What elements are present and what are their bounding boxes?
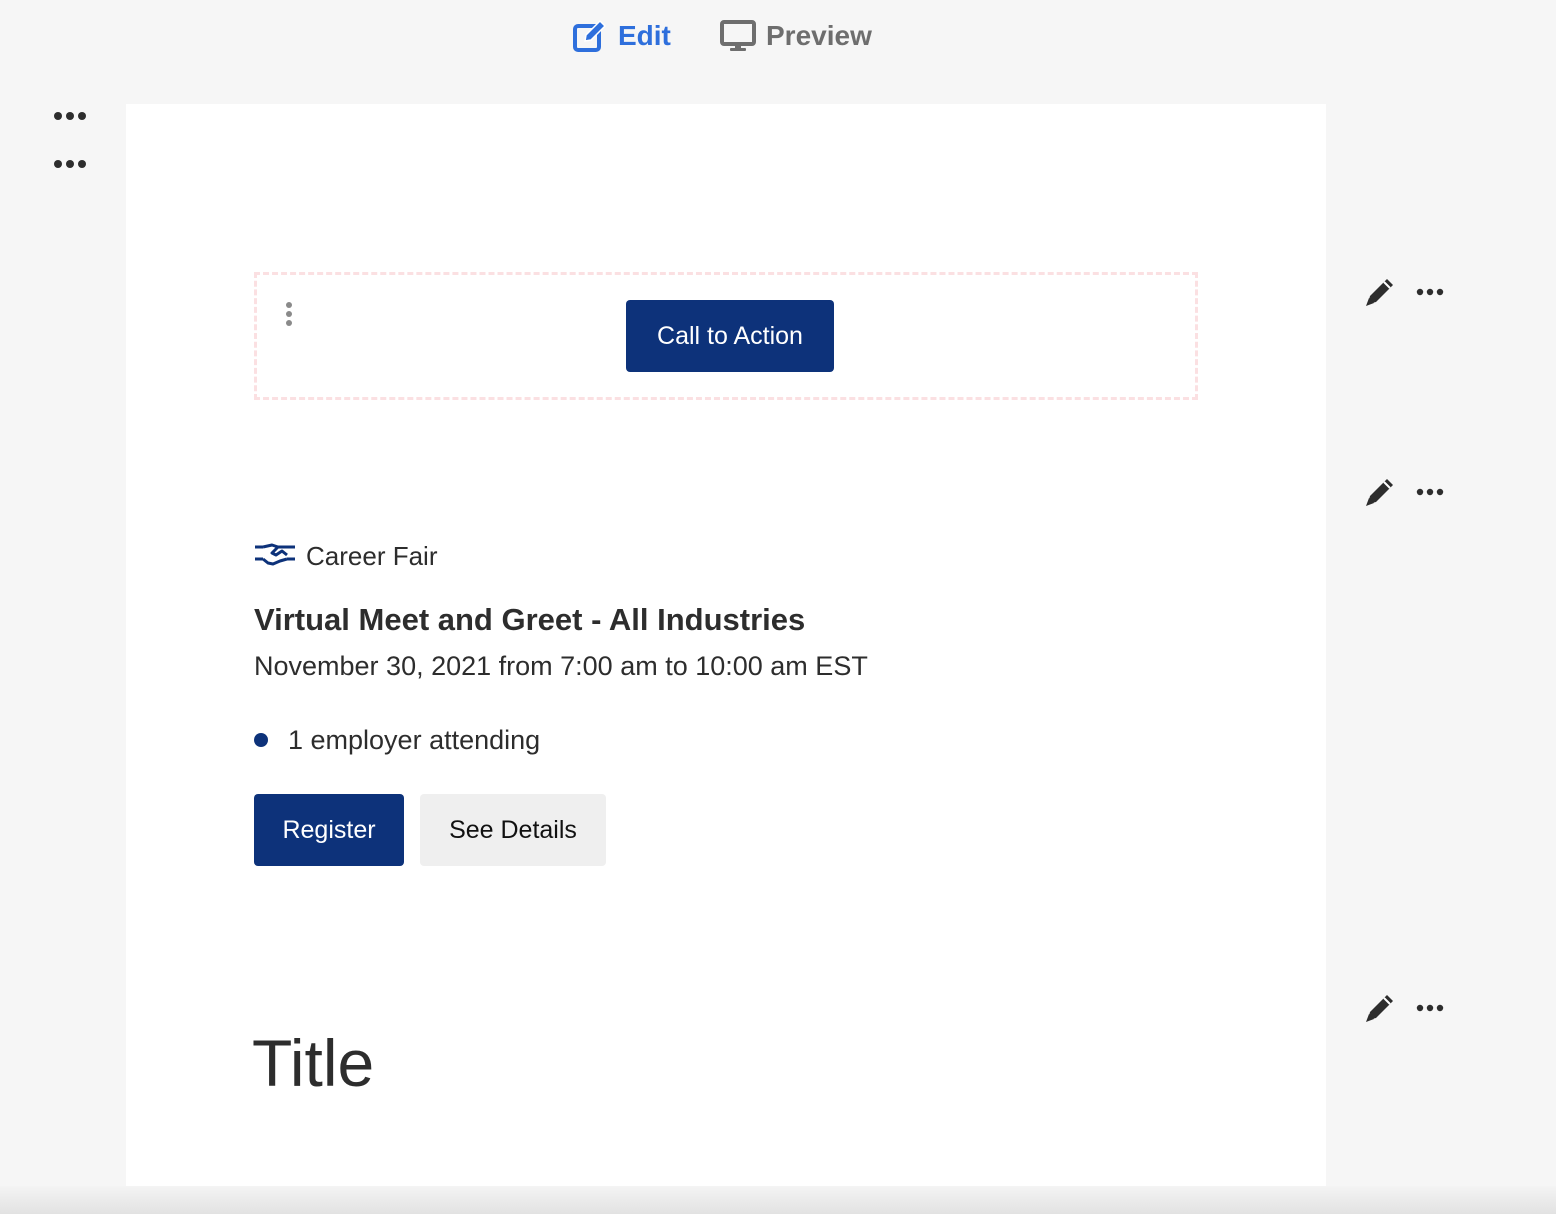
row-menu-button[interactable] — [50, 152, 90, 176]
register-button[interactable]: Register — [254, 794, 404, 866]
call-to-action-button[interactable]: Call to Action — [626, 300, 834, 372]
page-canvas: Call to Action Career Fair Virtual Meet … — [126, 104, 1326, 1186]
see-details-button[interactable]: See Details — [420, 794, 606, 866]
event-type-label: Career Fair — [306, 540, 438, 571]
event-date: November 30, 2021 from 7:00 am to 10:00 … — [254, 651, 868, 681]
preview-mode-button[interactable]: Preview — [720, 14, 872, 58]
editor-toolbar: Edit Preview — [0, 0, 1556, 70]
section-menu-button[interactable] — [50, 104, 90, 128]
pencil-icon[interactable] — [1362, 274, 1398, 310]
event-type: Career Fair — [254, 536, 1154, 576]
bottom-shadow — [0, 1186, 1556, 1214]
attending-label: 1 employer attending — [288, 725, 541, 755]
handshake-icon — [254, 539, 296, 574]
pencil-icon[interactable] — [1362, 474, 1398, 510]
title-block-tools — [1362, 990, 1452, 1026]
edit-mode-label: Edit — [618, 20, 671, 51]
more-horizontal-icon — [54, 112, 86, 120]
event-card: Career Fair Virtual Meet and Greet - All… — [254, 536, 1154, 866]
event-block-tools — [1362, 474, 1452, 510]
more-horizontal-icon[interactable] — [1416, 1004, 1444, 1012]
preview-mode-label: Preview — [766, 20, 872, 51]
more-horizontal-icon[interactable] — [1416, 488, 1444, 496]
bullet-icon — [254, 733, 268, 747]
drag-handle-icon[interactable] — [281, 299, 297, 329]
cta-block-tools — [1362, 274, 1452, 310]
more-horizontal-icon[interactable] — [1416, 288, 1444, 296]
pencil-icon[interactable] — [1362, 990, 1398, 1026]
title-heading[interactable]: Title — [252, 1018, 374, 1108]
more-horizontal-icon — [54, 160, 86, 168]
cta-block[interactable]: Call to Action — [254, 272, 1198, 400]
monitor-icon — [720, 19, 756, 53]
edit-mode-button[interactable]: Edit — [572, 14, 671, 58]
edit-icon — [572, 19, 608, 53]
attending-count: 1 employer attending — [254, 720, 1154, 760]
event-title[interactable]: Virtual Meet and Greet - All Industries — [254, 600, 1154, 640]
event-actions: Register See Details — [254, 794, 1154, 866]
